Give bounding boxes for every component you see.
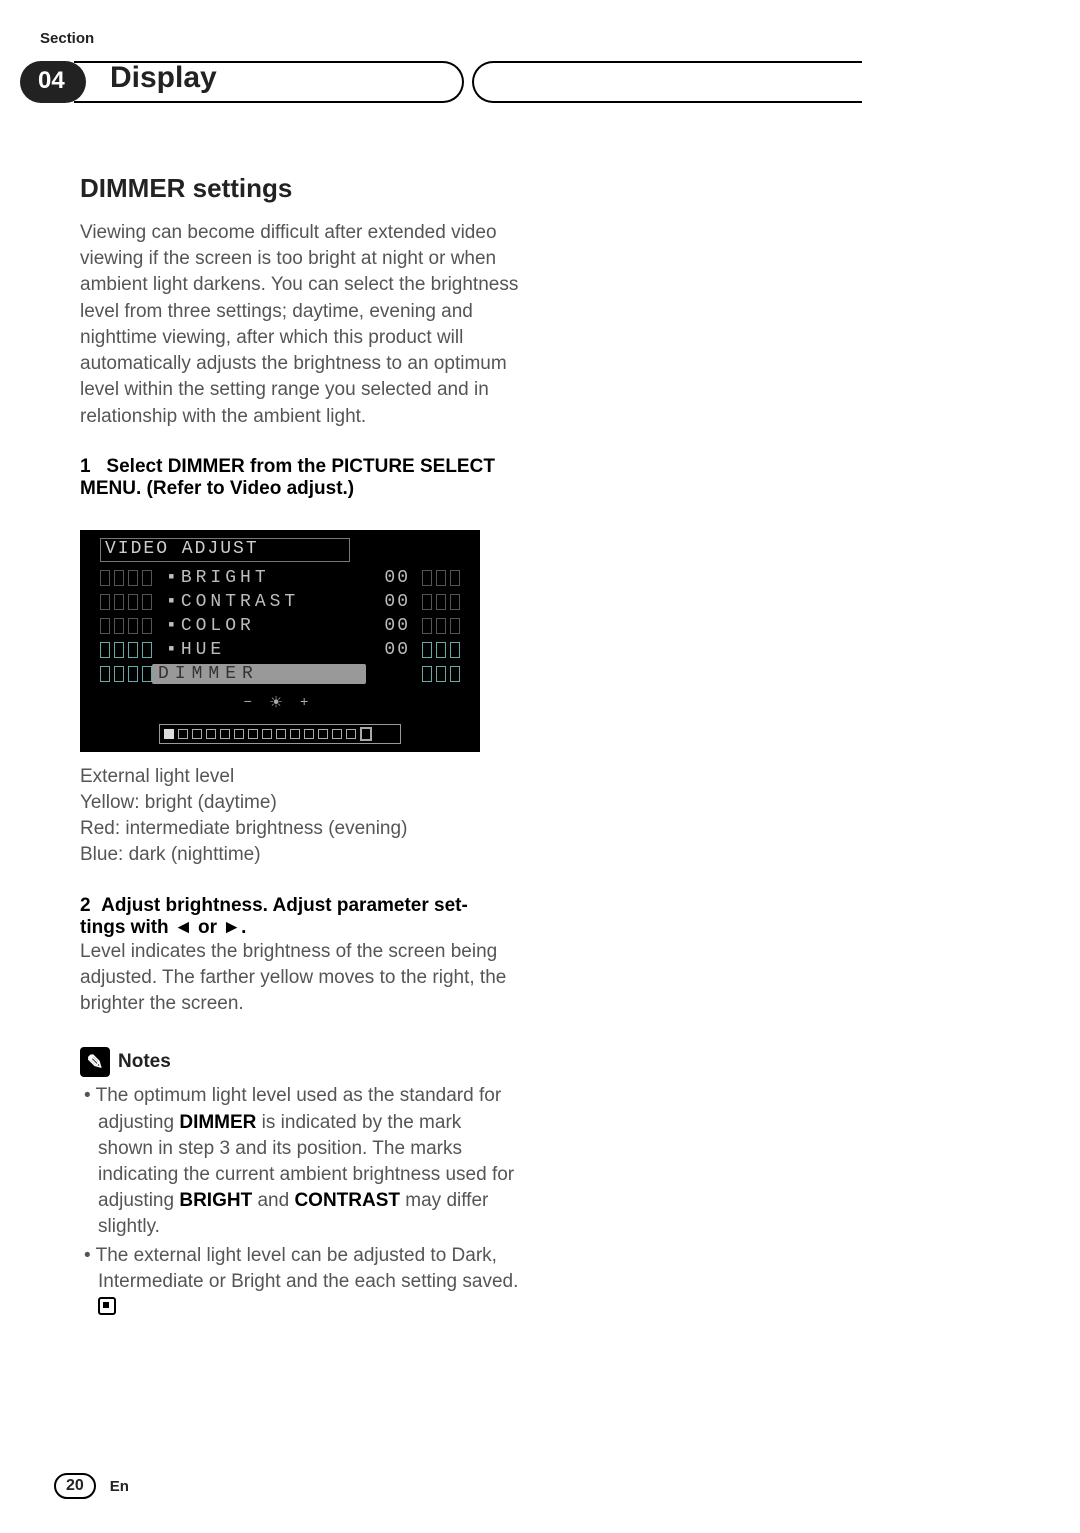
step-2: 2 Adjust brightness. Adjust parameter se… xyxy=(80,895,520,939)
notes-icon: ✎ xyxy=(80,1047,110,1077)
brightness-level-bar xyxy=(159,724,401,744)
menu-row-hue: ▪HUE 00 xyxy=(80,638,480,662)
slider-plus-icon: + xyxy=(300,695,316,711)
step-2-body: Level indicates the brightness of the sc… xyxy=(80,939,520,1018)
menu-row-contrast: ▪CONTRAST 00 xyxy=(80,590,480,614)
page-language: En xyxy=(110,1478,129,1495)
menu-row-dimmer: DIMMER xyxy=(80,662,480,686)
legend-block: External light level Yellow: bright (day… xyxy=(80,764,520,869)
menu-row-color: ▪COLOR 00 xyxy=(80,614,480,638)
menu-row-bright: ▪BRIGHT 00 xyxy=(80,566,480,590)
menu-title: VIDEO ADJUST xyxy=(100,538,350,562)
intro-paragraph: Viewing can become difficult after exten… xyxy=(80,220,520,430)
slider-sun-icon: ☀ xyxy=(270,690,290,716)
page-footer: 20 En xyxy=(54,1473,129,1499)
notes-header: ✎ Notes xyxy=(80,1047,520,1077)
slider-minus-icon: − xyxy=(244,695,260,711)
page-number: 20 xyxy=(54,1473,96,1499)
note-item: • The external light level can be adjust… xyxy=(80,1243,520,1322)
page-heading: DIMMER settings xyxy=(80,173,520,204)
chapter-header: 04 Display xyxy=(0,51,1080,107)
section-label: Section xyxy=(40,30,1040,47)
end-mark-icon xyxy=(98,1297,116,1315)
video-adjust-menu: VIDEO ADJUST ▪BRIGHT 00 ▪CONTRAST 00 ▪CO… xyxy=(80,530,480,752)
note-item: • The optimum light level used as the st… xyxy=(80,1083,520,1240)
chapter-number: 04 xyxy=(38,67,65,95)
step-1: 1 Select DIMMER from the PICTURE SELECT … xyxy=(80,456,520,500)
chapter-title: Display xyxy=(110,61,217,95)
notes-list: • The optimum light level used as the st… xyxy=(80,1083,520,1321)
